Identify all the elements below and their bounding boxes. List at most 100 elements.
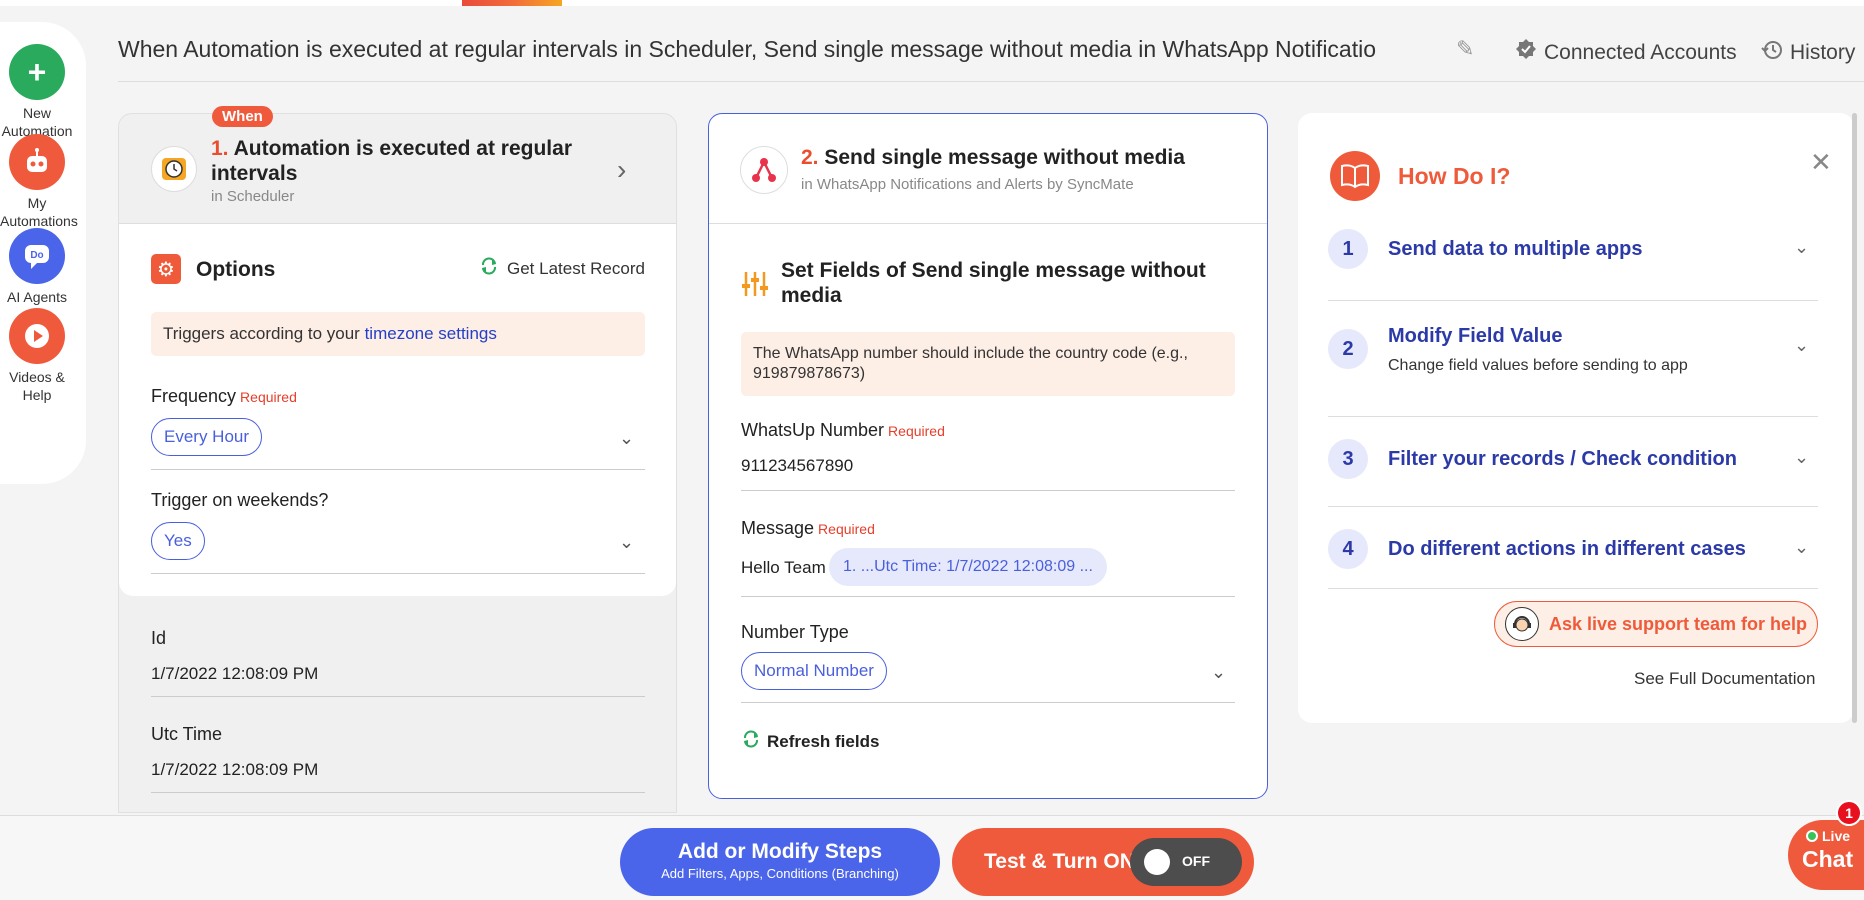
divider [741, 490, 1235, 491]
divider [741, 702, 1235, 703]
set-fields-title: Set Fields of Send single message withou… [781, 259, 1206, 307]
chevron-down-icon[interactable]: ⌄ [1794, 537, 1809, 558]
chevron-right-icon[interactable]: › [617, 154, 626, 186]
item-label: Send data to multiple apps [1388, 238, 1643, 260]
live-label: Live [1822, 828, 1851, 844]
trigger-header[interactable]: When 1. Automation is executed at regula… [119, 106, 676, 224]
history-link[interactable]: History [1760, 38, 1855, 68]
pencil-icon[interactable]: ✎ [1456, 36, 1474, 62]
plus-icon: + [9, 44, 65, 100]
required-tag: Required [818, 521, 875, 537]
get-latest-record-button[interactable]: Get Latest Record [479, 256, 645, 281]
nav-videos-help[interactable]: Videos & Help [0, 308, 74, 404]
nav-label: AI Agents [7, 289, 67, 305]
number-label-text: WhatsUp Number [741, 420, 885, 440]
bottom-bar: Add or Modify Steps Add Filters, Apps, C… [0, 815, 1864, 900]
item-description: Change field values before sending to ap… [1388, 357, 1688, 374]
action-header[interactable]: 2. Send single message without media in … [709, 114, 1267, 224]
gear-icon: ⚙ [151, 254, 181, 284]
refresh-fields-label: Refresh fields [767, 731, 880, 751]
nav-ai-agents[interactable]: Do AI Agents [0, 228, 74, 306]
number-type-select[interactable]: Normal Number [741, 652, 887, 690]
add-steps-label: Add or Modify Steps [677, 840, 883, 863]
number-type-label: Number Type [741, 622, 849, 642]
divider [741, 596, 1235, 597]
connected-accounts-link[interactable]: Connected Accounts [1514, 38, 1737, 68]
how-item[interactable]: 1 Send data to multiple apps ⌄ [1328, 229, 1818, 301]
on-off-toggle[interactable]: OFF [1130, 838, 1242, 886]
header: When Automation is executed at regular i… [118, 22, 1864, 82]
chevron-down-icon[interactable]: ⌄ [1794, 237, 1809, 258]
divider [151, 696, 645, 697]
notification-badge: 1 [1836, 800, 1862, 826]
number-label: WhatsUp Number Required [741, 420, 945, 441]
chevron-down-icon[interactable]: ⌄ [1794, 447, 1809, 468]
sliders-icon [741, 270, 769, 305]
data-label: Id [151, 628, 167, 648]
required-tag: Required [240, 389, 297, 405]
number-input[interactable]: 911234567890 [741, 456, 853, 476]
test-turn-on-button[interactable]: Test & Turn ON OFF [952, 828, 1254, 896]
alarm-clock-icon [151, 146, 197, 192]
divider [151, 792, 645, 793]
full-documentation-link[interactable]: See Full Documentation [1634, 669, 1815, 689]
refresh-icon [479, 256, 499, 281]
refresh-fields-button[interactable]: Refresh fields [741, 729, 879, 754]
robot-icon [9, 134, 65, 190]
nav-label: My Automations [0, 195, 78, 229]
frequency-label: Frequency Required [151, 386, 297, 407]
data-value: 1/7/2022 12:08:09 PM [151, 760, 319, 779]
verified-icon [1514, 38, 1538, 68]
how-item[interactable]: 3 Filter your records / Check condition … [1328, 439, 1818, 507]
how-item[interactable]: 4 Do different actions in different case… [1328, 529, 1818, 589]
divider [151, 469, 645, 470]
close-icon[interactable]: ✕ [1810, 147, 1832, 178]
message-label-text: Message [741, 518, 815, 538]
history-label: History [1790, 41, 1856, 64]
nav-new-automation[interactable]: + New Automation [0, 44, 74, 140]
left-nav: + New Automation My Automations Do AI Ag… [0, 22, 86, 484]
timezone-info: Triggers according to your timezone sett… [151, 312, 645, 356]
item-number: 2 [1328, 329, 1368, 369]
action-panel: 2. Send single message without media in … [708, 113, 1268, 799]
online-status-icon [1806, 830, 1818, 842]
live-support-button[interactable]: Ask live support team for help [1494, 601, 1818, 647]
when-badge: When [212, 106, 273, 127]
book-icon [1330, 151, 1380, 201]
weekends-select[interactable]: Yes [151, 522, 205, 560]
message-token[interactable]: 1. ...Utc Time: 1/7/2022 12:08:09 ... [829, 548, 1107, 586]
chat-label: Chat [1802, 846, 1854, 872]
step-number: 2. [801, 146, 819, 169]
svg-text:Do: Do [30, 250, 43, 261]
history-icon [1760, 38, 1784, 68]
required-tag: Required [888, 423, 945, 439]
step-number: 1. [211, 137, 229, 160]
frequency-label-text: Frequency [151, 386, 237, 406]
trigger-app: in Scheduler [211, 188, 295, 205]
trigger-panel: When 1. Automation is executed at regula… [118, 106, 677, 813]
automation-title[interactable]: When Automation is executed at regular i… [118, 36, 1438, 63]
chevron-down-icon[interactable]: ⌄ [1794, 335, 1809, 356]
nav-my-automations[interactable]: My Automations [0, 134, 78, 230]
info-text: Triggers according to your [163, 324, 365, 343]
scrollbar[interactable] [1852, 113, 1857, 723]
item-label: Do different actions in different cases [1388, 538, 1746, 560]
timezone-settings-link[interactable]: timezone settings [365, 324, 497, 343]
how-do-i-title: How Do I? [1398, 163, 1511, 189]
test-label: Test & Turn ON [984, 850, 1135, 873]
chevron-down-icon[interactable]: ⌄ [619, 532, 634, 553]
action-title: 2. Send single message without media [801, 146, 1185, 170]
data-value: 1/7/2022 12:08:09 PM [151, 664, 319, 683]
add-modify-steps-button[interactable]: Add or Modify Steps Add Filters, Apps, C… [620, 828, 940, 896]
live-chat-button[interactable]: 1 Live Chat [1788, 800, 1864, 890]
how-item[interactable]: 2 Modify Field Value Change field values… [1328, 325, 1818, 417]
item-number: 1 [1328, 229, 1368, 269]
chevron-down-icon[interactable]: ⌄ [619, 428, 634, 449]
weekends-label: Trigger on weekends? [151, 490, 329, 510]
toggle-knob [1144, 849, 1170, 875]
message-text[interactable]: Hello Team [741, 558, 826, 578]
support-agent-icon [1505, 607, 1539, 641]
chevron-down-icon[interactable]: ⌄ [1211, 662, 1226, 683]
data-label: Utc Time [151, 724, 223, 744]
frequency-select[interactable]: Every Hour [151, 418, 263, 456]
